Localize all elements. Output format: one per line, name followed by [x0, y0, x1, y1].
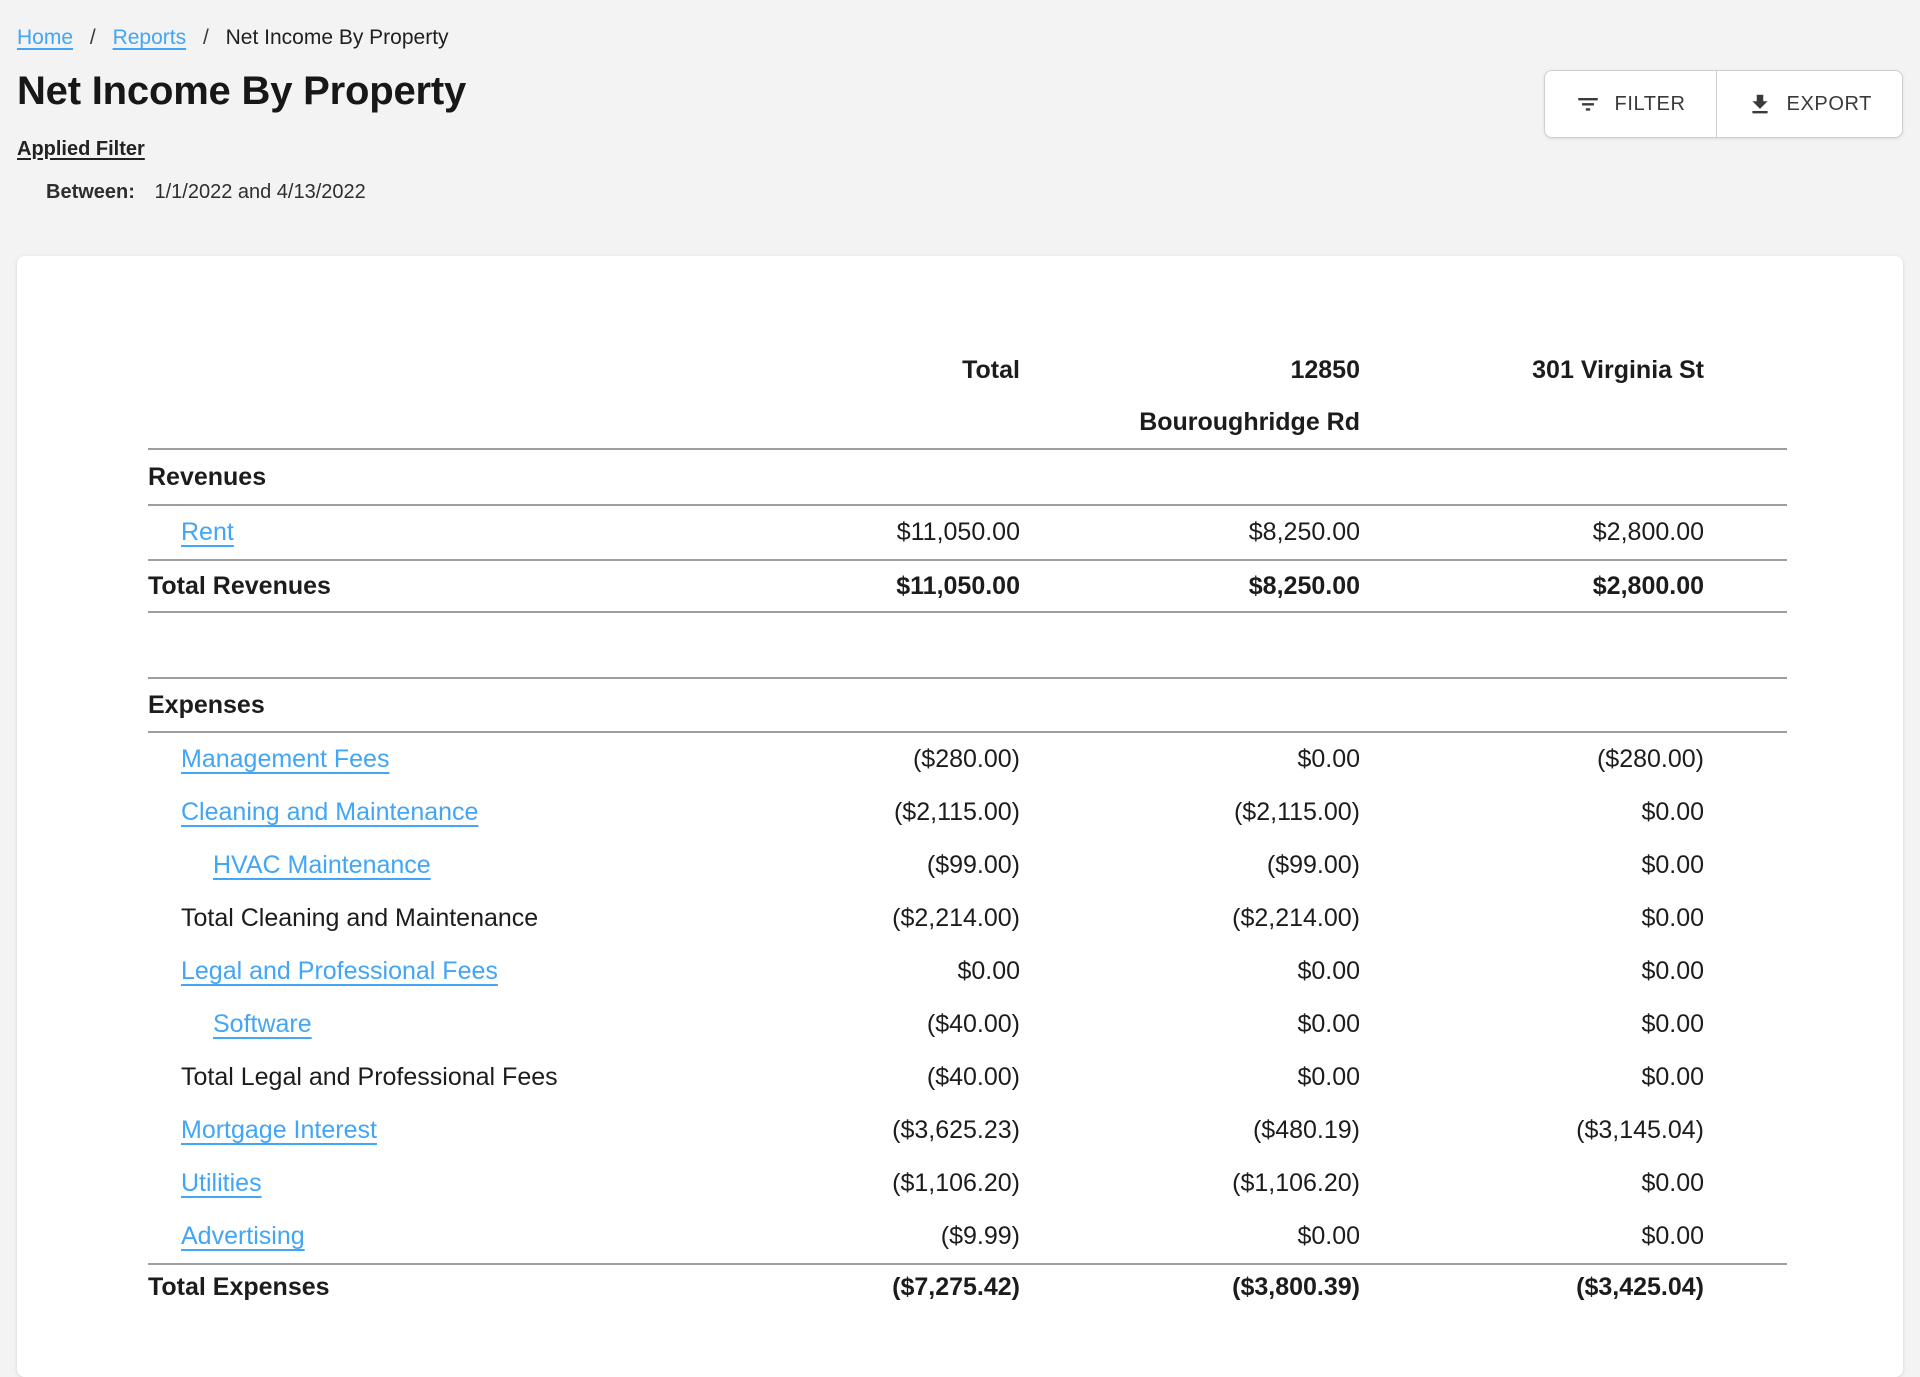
cell-total-expenses-col2: ($3,425.04) [1360, 1273, 1704, 1302]
category-link-advertising[interactable]: Advertising [148, 1222, 680, 1251]
cell-total-cleaning-and-maintenance-col0: ($2,214.00) [680, 904, 1020, 933]
cell-utilities-col2: $0.00 [1360, 1169, 1704, 1198]
table-header-row: Total 12850 Bouroughridge Rd 301 Virgini… [148, 344, 1787, 450]
cell-cleaning-and-maintenance-col0: ($2,115.00) [680, 798, 1020, 827]
column-header-property-12850-bouroughridge-rd: 12850 Bouroughridge Rd [1020, 344, 1360, 448]
category-link-legal-and-professional-fees[interactable]: Legal and Professional Fees [148, 957, 680, 986]
category-link-mortgage-interest[interactable]: Mortgage Interest [148, 1116, 680, 1145]
category-link-cleaning-and-maintenance[interactable]: Cleaning and Maintenance [148, 798, 680, 827]
cell-cleaning-and-maintenance-col1: ($2,115.00) [1020, 798, 1360, 827]
filter-button[interactable]: FILTER [1545, 71, 1716, 137]
cell-hvac-maintenance-col0: ($99.00) [680, 851, 1020, 880]
cell-management-fees-col0: ($280.00) [680, 745, 1020, 774]
cell-legal-and-professional-fees-col0: $0.00 [680, 957, 1020, 986]
between-value: 1/1/2022 and 4/13/2022 [154, 181, 365, 203]
page-title: Net Income By Property [17, 68, 466, 114]
table-row-software: Software($40.00)$0.00$0.00 [148, 998, 1787, 1051]
cell-management-fees-col2: ($280.00) [1360, 745, 1704, 774]
breadcrumb-separator: / [203, 26, 209, 49]
table-row-total-cleaning-and-maintenance: Total Cleaning and Maintenance($2,214.00… [148, 892, 1787, 945]
cell-advertising-col2: $0.00 [1360, 1222, 1704, 1251]
cell-mortgage-interest-col2: ($3,145.04) [1360, 1116, 1704, 1145]
cell-legal-and-professional-fees-col2: $0.00 [1360, 957, 1704, 986]
cell-software-col1: $0.00 [1020, 1010, 1360, 1039]
cell-legal-and-professional-fees-col1: $0.00 [1020, 957, 1360, 986]
report-table-body: Revenues Rent$11,050.00$8,250.00$2,800.00… [148, 450, 1787, 1317]
table-row-expenses: Expenses [148, 677, 1787, 733]
cell-hvac-maintenance-col2: $0.00 [1360, 851, 1704, 880]
column-header-total: Total [680, 344, 1020, 396]
export-button-label: EXPORT [1787, 93, 1872, 116]
row-label-revenues: Revenues [148, 463, 680, 492]
table-row-spacer [148, 613, 1787, 677]
cell-total-legal-and-professional-fees-col0: ($40.00) [680, 1063, 1020, 1092]
export-button[interactable]: EXPORT [1716, 71, 1902, 137]
cell-mortgage-interest-col1: ($480.19) [1020, 1116, 1360, 1145]
breadcrumb-link-reports[interactable]: Reports [113, 26, 187, 49]
table-row-management-fees: Management Fees($280.00)$0.00($280.00) [148, 733, 1787, 786]
cell-total-legal-and-professional-fees-col2: $0.00 [1360, 1063, 1704, 1092]
table-row-total-legal-and-professional-fees: Total Legal and Professional Fees($40.00… [148, 1051, 1787, 1104]
row-label-total-legal-and-professional-fees: Total Legal and Professional Fees [148, 1063, 680, 1092]
cell-advertising-col1: $0.00 [1020, 1222, 1360, 1251]
table-row-total-revenues: Total Revenues$11,050.00$8,250.00$2,800.… [148, 559, 1787, 613]
cell-total-revenues-col2: $2,800.00 [1360, 572, 1704, 601]
applied-filter-detail: Between: 1/1/2022 and 4/13/2022 [46, 181, 1903, 204]
row-label-total-expenses: Total Expenses [148, 1273, 680, 1302]
category-link-software[interactable]: Software [148, 1010, 680, 1039]
applied-filter-heading: Applied Filter [17, 138, 1903, 161]
breadcrumb-current-page: Net Income By Property [226, 26, 449, 49]
cell-total-expenses-col0: ($7,275.42) [680, 1273, 1020, 1302]
column-header-property-301-virginia-st: 301 Virginia St [1360, 344, 1704, 396]
cell-management-fees-col1: $0.00 [1020, 745, 1360, 774]
category-link-utilities[interactable]: Utilities [148, 1169, 680, 1198]
table-row-utilities: Utilities($1,106.20)($1,106.20)$0.00 [148, 1157, 1787, 1210]
cell-utilities-col1: ($1,106.20) [1020, 1169, 1360, 1198]
cell-utilities-col0: ($1,106.20) [680, 1169, 1020, 1198]
category-link-management-fees[interactable]: Management Fees [148, 745, 680, 774]
cell-total-legal-and-professional-fees-col1: $0.00 [1020, 1063, 1360, 1092]
category-link-hvac-maintenance[interactable]: HVAC Maintenance [148, 851, 680, 880]
cell-total-cleaning-and-maintenance-col2: $0.00 [1360, 904, 1704, 933]
report-actions-toolbar: FILTER EXPORT [1544, 70, 1904, 138]
report-card: Total 12850 Bouroughridge Rd 301 Virgini… [17, 256, 1903, 1377]
cell-total-revenues-col0: $11,050.00 [680, 572, 1020, 601]
table-row-hvac-maintenance: HVAC Maintenance($99.00)($99.00)$0.00 [148, 839, 1787, 892]
page-header: Home / Reports / Net Income By Property … [0, 26, 1920, 204]
cell-total-expenses-col1: ($3,800.39) [1020, 1273, 1360, 1302]
table-row-total-expenses: Total Expenses($7,275.42)($3,800.39)($3,… [148, 1263, 1787, 1317]
row-label-total-revenues: Total Revenues [148, 572, 680, 601]
cell-advertising-col0: ($9.99) [680, 1222, 1020, 1251]
cell-rent-col2: $2,800.00 [1360, 518, 1704, 547]
cell-cleaning-and-maintenance-col2: $0.00 [1360, 798, 1704, 827]
table-row-cleaning-and-maintenance: Cleaning and Maintenance($2,115.00)($2,1… [148, 786, 1787, 839]
table-row-legal-and-professional-fees: Legal and Professional Fees$0.00$0.00$0.… [148, 945, 1787, 998]
filter-list-icon [1575, 91, 1601, 117]
row-label-expenses: Expenses [148, 691, 680, 720]
category-link-rent[interactable]: Rent [148, 518, 680, 547]
breadcrumb-separator: / [90, 26, 96, 49]
report-table: Total 12850 Bouroughridge Rd 301 Virgini… [148, 344, 1787, 1317]
title-row: Net Income By Property FILTER EXPORT [17, 68, 1903, 138]
cell-software-col0: ($40.00) [680, 1010, 1020, 1039]
cell-mortgage-interest-col0: ($3,625.23) [680, 1116, 1020, 1145]
cell-software-col2: $0.00 [1360, 1010, 1704, 1039]
cell-rent-col0: $11,050.00 [680, 518, 1020, 547]
table-row-revenues: Revenues [148, 450, 1787, 506]
table-row-rent: Rent$11,050.00$8,250.00$2,800.00 [148, 506, 1787, 559]
cell-rent-col1: $8,250.00 [1020, 518, 1360, 547]
cell-hvac-maintenance-col1: ($99.00) [1020, 851, 1360, 880]
breadcrumb-link-home[interactable]: Home [17, 26, 73, 49]
row-label-total-cleaning-and-maintenance: Total Cleaning and Maintenance [148, 904, 680, 933]
cell-total-cleaning-and-maintenance-col1: ($2,214.00) [1020, 904, 1360, 933]
breadcrumb: Home / Reports / Net Income By Property [17, 26, 1903, 50]
cell-total-revenues-col1: $8,250.00 [1020, 572, 1360, 601]
table-row-mortgage-interest: Mortgage Interest($3,625.23)($480.19)($3… [148, 1104, 1787, 1157]
download-icon [1747, 91, 1773, 117]
filter-button-label: FILTER [1615, 93, 1686, 116]
table-row-advertising: Advertising($9.99)$0.00$0.00 [148, 1210, 1787, 1263]
between-label: Between: [46, 181, 135, 203]
